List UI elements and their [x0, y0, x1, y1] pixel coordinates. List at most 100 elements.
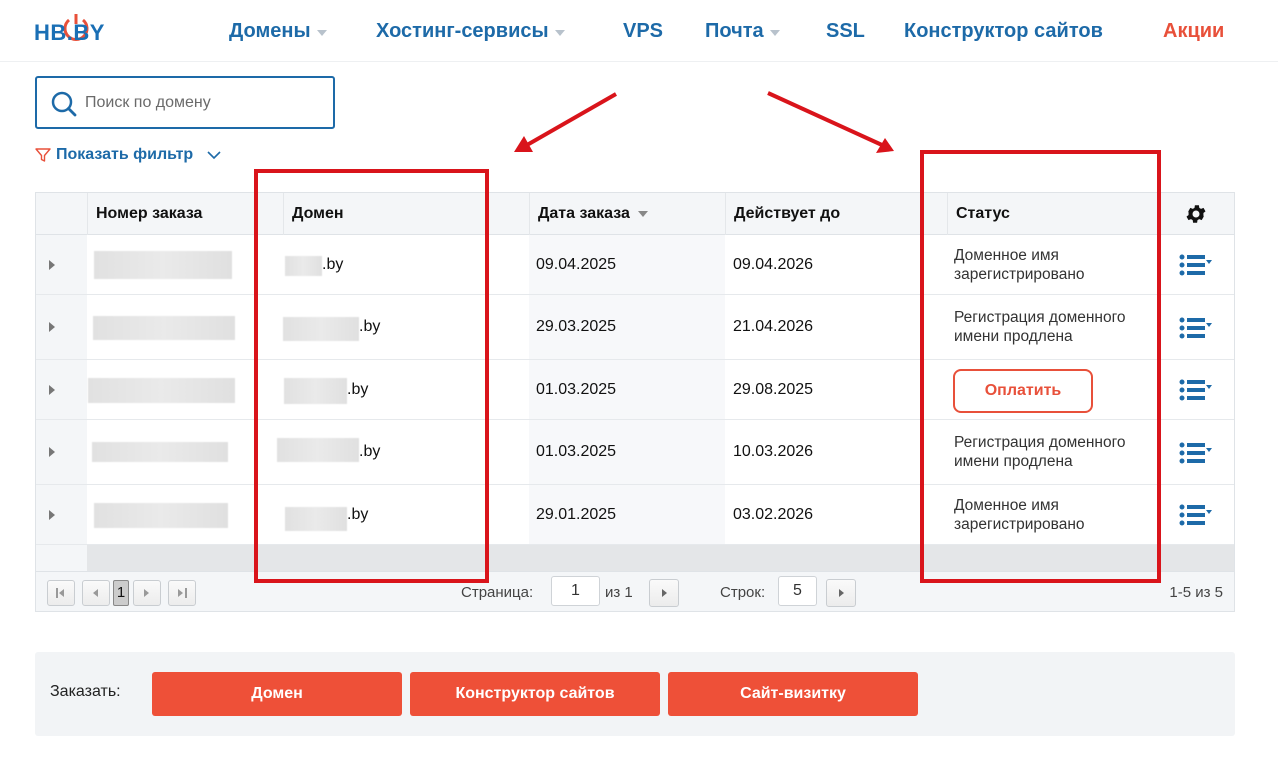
- order-label: Заказать:: [50, 683, 121, 700]
- valid-until-cell: 09.04.2026: [733, 255, 814, 273]
- expand-arrow-icon: [49, 447, 55, 457]
- nav-vps[interactable]: VPS: [623, 20, 663, 43]
- prev-page-button[interactable]: [82, 580, 110, 606]
- col-status[interactable]: Статус: [947, 193, 1162, 235]
- pagination: 1 Страница: 1 из 1 Строк: 5 1-5 из 5: [36, 571, 1234, 611]
- current-page-indicator[interactable]: 1: [113, 580, 129, 606]
- first-page-button[interactable]: [47, 580, 75, 606]
- valid-until-cell: 29.08.2025: [733, 380, 814, 398]
- expand-arrow-icon: [49, 384, 55, 395]
- show-filter-toggle[interactable]: Показать фильтр: [35, 145, 221, 165]
- order-date-cell: 29.03.2025: [536, 318, 617, 335]
- arrow-left: [526, 92, 617, 147]
- col-order-date[interactable]: Дата заказа: [529, 193, 725, 235]
- domain-cell[interactable]: .by: [347, 360, 368, 419]
- order-number-redacted: [94, 503, 228, 528]
- domain-redacted: [277, 438, 359, 462]
- domain-cell[interactable]: .by: [359, 420, 380, 484]
- page-input[interactable]: 1: [551, 576, 600, 606]
- order-number-redacted: [94, 251, 232, 279]
- status-cell: Регистрация доменного имени продлена: [954, 309, 1126, 345]
- row-menu-icon[interactable]: [1179, 254, 1213, 276]
- table-empty-area: [36, 545, 1234, 571]
- table-row[interactable]: .by 29.01.2025 03.02.2026 Доменное имя з…: [36, 485, 1234, 545]
- nav-site-builder[interactable]: Конструктор сайтов: [904, 20, 1103, 43]
- order-business-card-site-button[interactable]: Сайт-визитку: [668, 672, 918, 716]
- status-cell: Регистрация доменного имени продлена: [954, 434, 1126, 470]
- nav-ssl[interactable]: SSL: [826, 20, 865, 43]
- domain-search: [35, 76, 335, 129]
- nav-domains[interactable]: Домены: [229, 20, 327, 43]
- rows-label: Строк:: [720, 584, 766, 601]
- search-icon: [51, 91, 77, 117]
- valid-until-cell: 21.04.2026: [733, 318, 814, 335]
- arrow-right: [767, 91, 883, 147]
- search-input[interactable]: [85, 90, 325, 116]
- caret-down-icon: [769, 29, 780, 36]
- table-row[interactable]: .by 01.03.2025 10.03.2026 Регистрация до…: [36, 420, 1234, 485]
- caret-down-icon: [316, 29, 327, 36]
- order-date-cell: 01.03.2025: [536, 443, 617, 460]
- arrow-right-head: [876, 138, 894, 153]
- expand-arrow-icon: [49, 322, 55, 332]
- expand-arrow-icon: [49, 259, 55, 270]
- gear-icon[interactable]: [1184, 202, 1208, 226]
- expand-arrow-icon: [49, 509, 55, 520]
- table-header: Номер заказа Домен Дата заказа Действует…: [36, 193, 1234, 235]
- page-label: Страница:: [461, 584, 534, 601]
- domain-redacted: [283, 317, 359, 341]
- last-page-button[interactable]: [168, 580, 196, 606]
- row-menu-icon[interactable]: [1179, 442, 1213, 464]
- order-number-redacted: [92, 442, 228, 462]
- col-order-number[interactable]: Номер заказа: [87, 193, 283, 235]
- order-date-cell: 01.03.2025: [536, 380, 617, 398]
- filter-icon: [35, 148, 51, 162]
- valid-until-cell: 10.03.2026: [733, 443, 814, 460]
- row-expander[interactable]: [36, 485, 87, 544]
- row-expander[interactable]: [36, 360, 87, 419]
- table-row[interactable]: .by 09.04.2025 09.04.2026 Доменное имя з…: [36, 235, 1234, 295]
- row-menu-icon[interactable]: [1179, 504, 1213, 526]
- row-expander[interactable]: [36, 235, 87, 294]
- domain-cell[interactable]: .by: [322, 235, 343, 294]
- orders-table: Номер заказа Домен Дата заказа Действует…: [35, 192, 1235, 612]
- valid-until-cell: 03.02.2026: [733, 505, 814, 523]
- caret-down-icon: [554, 29, 565, 36]
- row-expander[interactable]: [36, 295, 87, 359]
- logo[interactable]: HB.BY: [34, 12, 114, 52]
- order-number-redacted: [88, 378, 235, 403]
- nav-mail[interactable]: Почта: [705, 20, 780, 43]
- logo-text: HB.BY: [34, 20, 105, 45]
- domain-cell[interactable]: .by: [347, 485, 368, 544]
- chevron-down-icon: [207, 151, 221, 160]
- go-to-page-button[interactable]: [649, 579, 679, 607]
- order-site-builder-button[interactable]: Конструктор сайтов: [410, 672, 660, 716]
- domain-redacted: [284, 378, 347, 404]
- domain-cell[interactable]: .by: [359, 295, 380, 359]
- rows-per-page-input[interactable]: 5: [778, 576, 817, 606]
- apply-rows-button[interactable]: [826, 579, 856, 607]
- pay-button[interactable]: Оплатить: [953, 369, 1093, 413]
- col-valid-until[interactable]: Действует до: [725, 193, 947, 235]
- col-domain[interactable]: Домен: [283, 193, 529, 235]
- next-page-button[interactable]: [133, 580, 161, 606]
- order-bar: Заказать: Домен Конструктор сайтов Сайт-…: [35, 652, 1235, 736]
- order-domain-button[interactable]: Домен: [152, 672, 402, 716]
- order-number-redacted: [93, 316, 235, 340]
- records-count: 1-5 из 5: [1169, 584, 1223, 601]
- row-menu-icon[interactable]: [1179, 379, 1213, 401]
- nav-promotions[interactable]: Акции: [1163, 20, 1224, 43]
- table-row[interactable]: .by 29.03.2025 21.04.2026 Регистрация до…: [36, 295, 1234, 360]
- nav-hosting[interactable]: Хостинг-сервисы: [376, 20, 565, 43]
- status-cell: Доменное имя зарегистрировано: [954, 246, 1085, 283]
- order-date-cell: 29.01.2025: [536, 505, 617, 523]
- page-total-label: из 1: [605, 584, 633, 601]
- row-expander[interactable]: [36, 420, 87, 484]
- domain-redacted: [285, 507, 347, 531]
- site-header: HB.BY Домены Хостинг-сервисы VPS Почта S…: [0, 0, 1278, 62]
- domain-redacted: [285, 256, 322, 276]
- status-cell: Доменное имя зарегистрировано: [954, 496, 1085, 533]
- row-menu-icon[interactable]: [1179, 317, 1213, 339]
- arrow-left-head: [514, 136, 533, 152]
- table-row[interactable]: .by 01.03.2025 29.08.2025 Оплатить: [36, 360, 1234, 420]
